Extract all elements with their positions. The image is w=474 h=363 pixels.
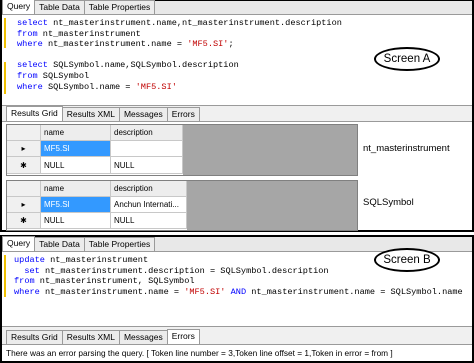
sql-string: 'MF5.SI' [187, 39, 229, 50]
screen-a-results-tabs: Results Grid Results XML Messages Errors [2, 105, 472, 122]
sql-text: nt_masterinstrument [44, 255, 149, 265]
sql-keyword: set [14, 265, 40, 276]
sql-text: nt_masterinstrument.name = [42, 39, 188, 50]
tab-table-properties[interactable]: Table Properties [83, 237, 156, 251]
code-line: where nt_masterinstrument.name = 'MF5.SI… [14, 287, 463, 298]
grid-cell[interactable]: NULL [111, 213, 187, 229]
results-grid-2: name description ▸ MF5.SI Anchun Interna… [6, 180, 358, 231]
code-line: select SQLSymbol.name,SQLSymbol.descript… [17, 60, 342, 71]
code-line: from SQLSymbol [17, 71, 342, 82]
tab-table-properties[interactable]: Table Properties [83, 0, 156, 14]
sql-text: nt_masterinstrument.name = [39, 286, 185, 297]
tab-query[interactable]: Query [2, 236, 36, 251]
sql-text: nt_masterinstrument.name = SQLSymbol.nam… [246, 286, 463, 297]
sql-keyword: AND [225, 286, 247, 297]
sql-text: nt_masterinstrument, SQLSymbol [34, 276, 195, 287]
sql-text: nt_masterinstrument.description = SQLSym… [39, 265, 329, 276]
screen-a-sql-code: select nt_masterinstrument.name,nt_maste… [17, 18, 342, 92]
grid-cell[interactable]: MF5.SI [41, 197, 111, 213]
sql-keyword: select [17, 60, 48, 71]
sql-text: nt_masterinstrument [37, 28, 141, 39]
screen-a-query-tabs: Query Table Data Table Properties [2, 0, 472, 15]
sql-text: ; [228, 39, 234, 50]
grid-cell[interactable]: NULL [41, 157, 111, 174]
grid-empty-area [187, 181, 357, 230]
sql-text: nt_masterinstrument.name,nt_masterinstru… [47, 18, 342, 28]
tab-errors[interactable]: Errors [166, 329, 200, 344]
tab-results-grid[interactable]: Results Grid [6, 330, 63, 344]
screen-b-results-tabs: Results Grid Results XML Messages Errors [2, 326, 472, 345]
code-line: from nt_masterinstrument [17, 29, 342, 40]
code-line: where SQLSymbol.name = 'MF5.SI' [17, 82, 342, 93]
screen-b-callout: Screen B [374, 248, 440, 272]
grid-cell[interactable]: NULL [41, 213, 111, 229]
sql-keyword: select [17, 18, 48, 28]
grid-empty-area [183, 125, 357, 175]
sql-keyword: from [17, 28, 38, 39]
tab-messages[interactable]: Messages [118, 107, 168, 121]
tab-messages[interactable]: Messages [118, 330, 168, 344]
code-line: from nt_masterinstrument, SQLSymbol [14, 276, 463, 287]
sql-string: 'MF5.SI' [135, 81, 177, 92]
change-marker [4, 18, 6, 48]
grid-corner [7, 125, 41, 141]
grid-cell[interactable]: MF5.SI [41, 141, 111, 157]
column-header-description[interactable]: description [111, 125, 183, 141]
change-marker [4, 255, 6, 297]
sql-keyword: from [17, 70, 38, 81]
tab-errors[interactable]: Errors [166, 107, 200, 121]
sql-text: SQLSymbol [37, 70, 90, 81]
row-marker-new[interactable]: ✱ [7, 213, 41, 229]
column-header-description[interactable]: description [111, 181, 187, 197]
column-header-name[interactable]: name [41, 181, 111, 197]
tab-results-grid[interactable]: Results Grid [6, 106, 63, 121]
sql-keyword: where [17, 81, 43, 92]
tab-results-xml[interactable]: Results XML [61, 330, 120, 344]
grid-cell[interactable]: Anchun Internati... [111, 197, 187, 213]
tab-table-data[interactable]: Table Data [34, 0, 85, 14]
change-marker [4, 62, 6, 94]
sql-text: SQLSymbol.name,SQLSymbol.description [47, 60, 239, 71]
sql-keyword: where [17, 39, 43, 50]
tab-results-xml[interactable]: Results XML [61, 107, 120, 121]
grid-cell[interactable] [111, 141, 183, 157]
sql-keyword: where [14, 286, 40, 297]
code-line: select nt_masterinstrument.name,nt_maste… [17, 18, 342, 29]
grid-corner [7, 181, 41, 197]
grid-2-table-label: SQLSymbol [363, 197, 414, 208]
screen-a-callout: Screen A [374, 47, 440, 71]
grid-1-table-label: nt_masterinstrument [363, 143, 450, 154]
code-line: where nt_masterinstrument.name = 'MF5.SI… [17, 39, 342, 50]
screen-a-editor[interactable]: select nt_masterinstrument.name,nt_maste… [2, 15, 472, 105]
tab-table-data[interactable]: Table Data [34, 237, 85, 251]
screen-b-editor[interactable]: update nt_masterinstrument set nt_master… [2, 248, 472, 324]
row-marker-current[interactable]: ▸ [7, 197, 41, 213]
row-marker-new[interactable]: ✱ [7, 157, 41, 174]
sql-keyword: update [14, 255, 45, 265]
grid-cell[interactable]: NULL [111, 157, 183, 174]
sql-text: SQLSymbol.name = [42, 81, 136, 92]
sql-string: 'MF5.SI' [184, 286, 226, 297]
error-message: There was an error parsing the query. [ … [6, 348, 393, 358]
sql-keyword: from [14, 276, 35, 287]
column-header-name[interactable]: name [41, 125, 111, 141]
results-grid-1: name description ▸ MF5.SI ✱ NULL NULL [6, 124, 358, 176]
tab-query[interactable]: Query [2, 0, 36, 14]
row-marker-current[interactable]: ▸ [7, 141, 41, 157]
